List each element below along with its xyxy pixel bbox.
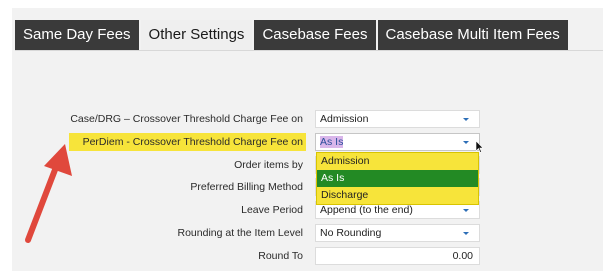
case-drg-crossover-value: Admission [320, 113, 369, 125]
round-to-label: Round To [258, 250, 303, 262]
tab-bar: Same Day Fees Other Settings Casebase Fe… [15, 20, 568, 50]
round-to-input[interactable]: 0.00 [315, 247, 480, 265]
chevron-down-icon [463, 232, 469, 235]
case-drg-crossover-label: Case/DRG – Crossover Threshold Charge Fe… [70, 113, 303, 125]
perdiem-crossover-select[interactable]: As Is [315, 133, 480, 151]
dropdown-option-discharge[interactable]: Discharge [317, 187, 478, 204]
pointer-cursor-icon [476, 141, 484, 153]
chevron-down-icon [463, 209, 469, 212]
rounding-item-level-label: Rounding at the Item Level [177, 227, 304, 239]
form-row-rounding: Rounding at the Item Level No Rounding [0, 224, 603, 242]
chevron-down-icon [463, 141, 469, 144]
dropdown-option-admission[interactable]: Admission [317, 153, 478, 170]
chevron-down-icon [463, 118, 469, 121]
order-items-label: Order items by [234, 159, 303, 171]
perdiem-dropdown-list: Admission As Is Discharge [316, 152, 479, 205]
tab-divider [15, 50, 603, 51]
rounding-item-level-value: No Rounding [320, 227, 382, 239]
tab-casebase-multi-item-fees[interactable]: Casebase Multi Item Fees [377, 20, 568, 50]
form-row-leave-period: Leave Period Append (to the end) [0, 201, 603, 219]
perdiem-crossover-label: PerDiem - Crossover Threshold Charge Fee… [68, 133, 306, 151]
tab-other-settings[interactable]: Other Settings [140, 20, 253, 50]
red-arrow-icon [25, 144, 72, 243]
perdiem-crossover-value: As Is [320, 136, 344, 148]
leave-period-label: Leave Period [241, 204, 303, 216]
case-drg-crossover-select[interactable]: Admission [315, 110, 480, 128]
dropdown-option-as-is[interactable]: As Is [317, 170, 478, 187]
preferred-billing-method-label: Preferred Billing Method [190, 181, 303, 193]
form-row-billing-method: Preferred Billing Method [0, 178, 603, 196]
form-row-perdiem: PerDiem - Crossover Threshold Charge Fee… [0, 133, 603, 151]
form-row-order-items: Order items by [0, 156, 603, 174]
form-row-round-to: Round To 0.00 [0, 247, 603, 265]
leave-period-value: Append (to the end) [320, 204, 413, 216]
tab-casebase-fees[interactable]: Casebase Fees [254, 20, 376, 50]
rounding-item-level-select[interactable]: No Rounding [315, 224, 480, 242]
tab-same-day-fees[interactable]: Same Day Fees [15, 20, 139, 50]
form-row-case-drg: Case/DRG – Crossover Threshold Charge Fe… [0, 110, 603, 128]
